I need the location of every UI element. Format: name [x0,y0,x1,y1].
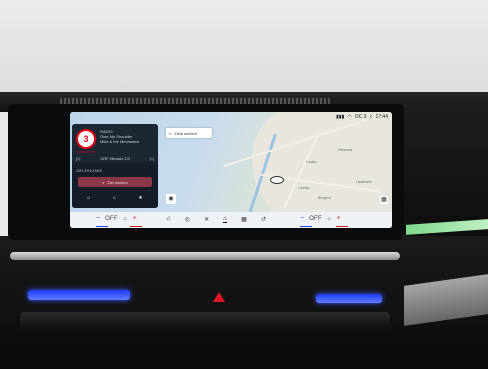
left-temp-down-button[interactable]: − [96,215,100,222]
map-place-label: Bregenz [318,196,332,200]
bluetooth-icon: ᛒ [369,114,373,120]
radio-station-logo-text: HITRADIO Ö3 [76,150,96,154]
home-icon[interactable]: ⌂ [223,216,227,223]
lower-trim [20,312,390,330]
navigation-widget-title: ZIELEINGABE [76,168,103,173]
infotainment-screen: Lindau Bregenz Lochau Hörbranz Lauterach… [70,112,392,228]
eye-icon: ◉ [168,196,174,202]
main-menu: ♫ ◎ ✕ ⌂ ▦ ↺ [166,216,266,223]
right-air-vent[interactable] [316,294,382,303]
hazard-light-button[interactable] [213,292,225,302]
search-icon: ⌕ [169,130,172,136]
seat-heat-icon[interactable]: ♨ [123,216,127,222]
climate-menu-icon[interactable]: ▦ [241,216,247,223]
seat-heat-icon[interactable]: ♨ [327,216,331,222]
track-artist: Mike & the Mechanics [100,139,140,144]
map-place-label: Lochau [298,186,310,190]
back-icon[interactable]: ↺ [261,216,266,223]
clock: 17:44 [375,114,388,120]
media-controls: |◁ ORF Hitradio Ö3 ▷| [76,155,154,161]
signal-icon: ▮▮▮ [336,114,345,120]
left-warm-indicator [130,226,142,227]
previous-track-icon[interactable]: |◁ [76,156,80,161]
favorite-icon[interactable]: ★ [138,195,142,201]
right-temp-down-button[interactable]: − [300,215,304,222]
next-track-icon[interactable]: ▷| [150,156,154,161]
vehicle-position-marker [270,176,284,184]
destination-search-label: Ziel suchen [107,179,128,185]
map-settings-button[interactable]: ▦ [380,196,388,204]
left-climate-status[interactable]: OFF [105,216,118,222]
left-air-vent[interactable] [28,290,130,300]
outside-temperature: OC 3 [354,114,367,120]
climate-menu-bar: − OFF ♨ + ♫ ◎ ✕ ⌂ ▦ ↺ − OFF ♨ + [70,212,392,228]
radio-station-logo: 3 [76,129,96,149]
background-wall [0,0,488,100]
map-place-label: Hörbranz [338,148,353,152]
destination-search-input[interactable]: ⌕ Ziele suchen [166,128,212,138]
media-info: RADIO Over My Shoulder Mike & the Mechan… [100,129,139,144]
right-warm-indicator [336,226,348,227]
map-land-area [252,112,392,228]
media-widget[interactable]: 3 HITRADIO Ö3 RADIO Over My Shoulder Mik… [72,124,158,162]
grid-icon: ▦ [381,197,387,203]
media-icon[interactable]: ♫ [166,216,171,223]
home-icon[interactable]: ⌂ [87,195,90,201]
navigation-shortcuts: ⌂ ⌂ ★ [76,193,154,203]
station-name: ORF Hitradio Ö3 [100,155,130,161]
destination-search-button[interactable]: ⌕ Ziel suchen [78,177,152,187]
right-temp-up-button[interactable]: + [336,215,340,222]
map-place-label: Lauterach [356,180,372,184]
work-icon[interactable]: ⌂ [113,195,116,201]
right-climate-control: − OFF ♨ + [300,215,341,222]
widget-panel: 3 HITRADIO Ö3 RADIO Over My Shoulder Mik… [72,124,158,208]
search-placeholder: Ziele suchen [174,130,197,136]
map-place-label: Lindau [306,160,317,164]
left-temp-up-button[interactable]: + [132,215,136,222]
status-bar: ▮▮▮ ◠ OC 3 ᛒ 17:44 [292,112,392,122]
map-view-button[interactable]: ◉ [166,194,176,204]
communication-icon[interactable]: ◎ [185,216,190,223]
left-cold-indicator [96,226,108,227]
search-icon: ⌕ [102,179,105,185]
right-climate-status[interactable]: OFF [309,216,322,222]
wifi-icon: ◠ [347,114,352,120]
right-cold-indicator [300,226,312,227]
left-climate-control: − OFF ♨ + [96,215,137,222]
navigation-widget: ZIELEINGABE ⌕ Ziel suchen ⌂ ⌂ ★ [72,165,158,208]
chrome-trim [10,252,400,260]
apps-icon[interactable]: ✕ [204,216,209,223]
